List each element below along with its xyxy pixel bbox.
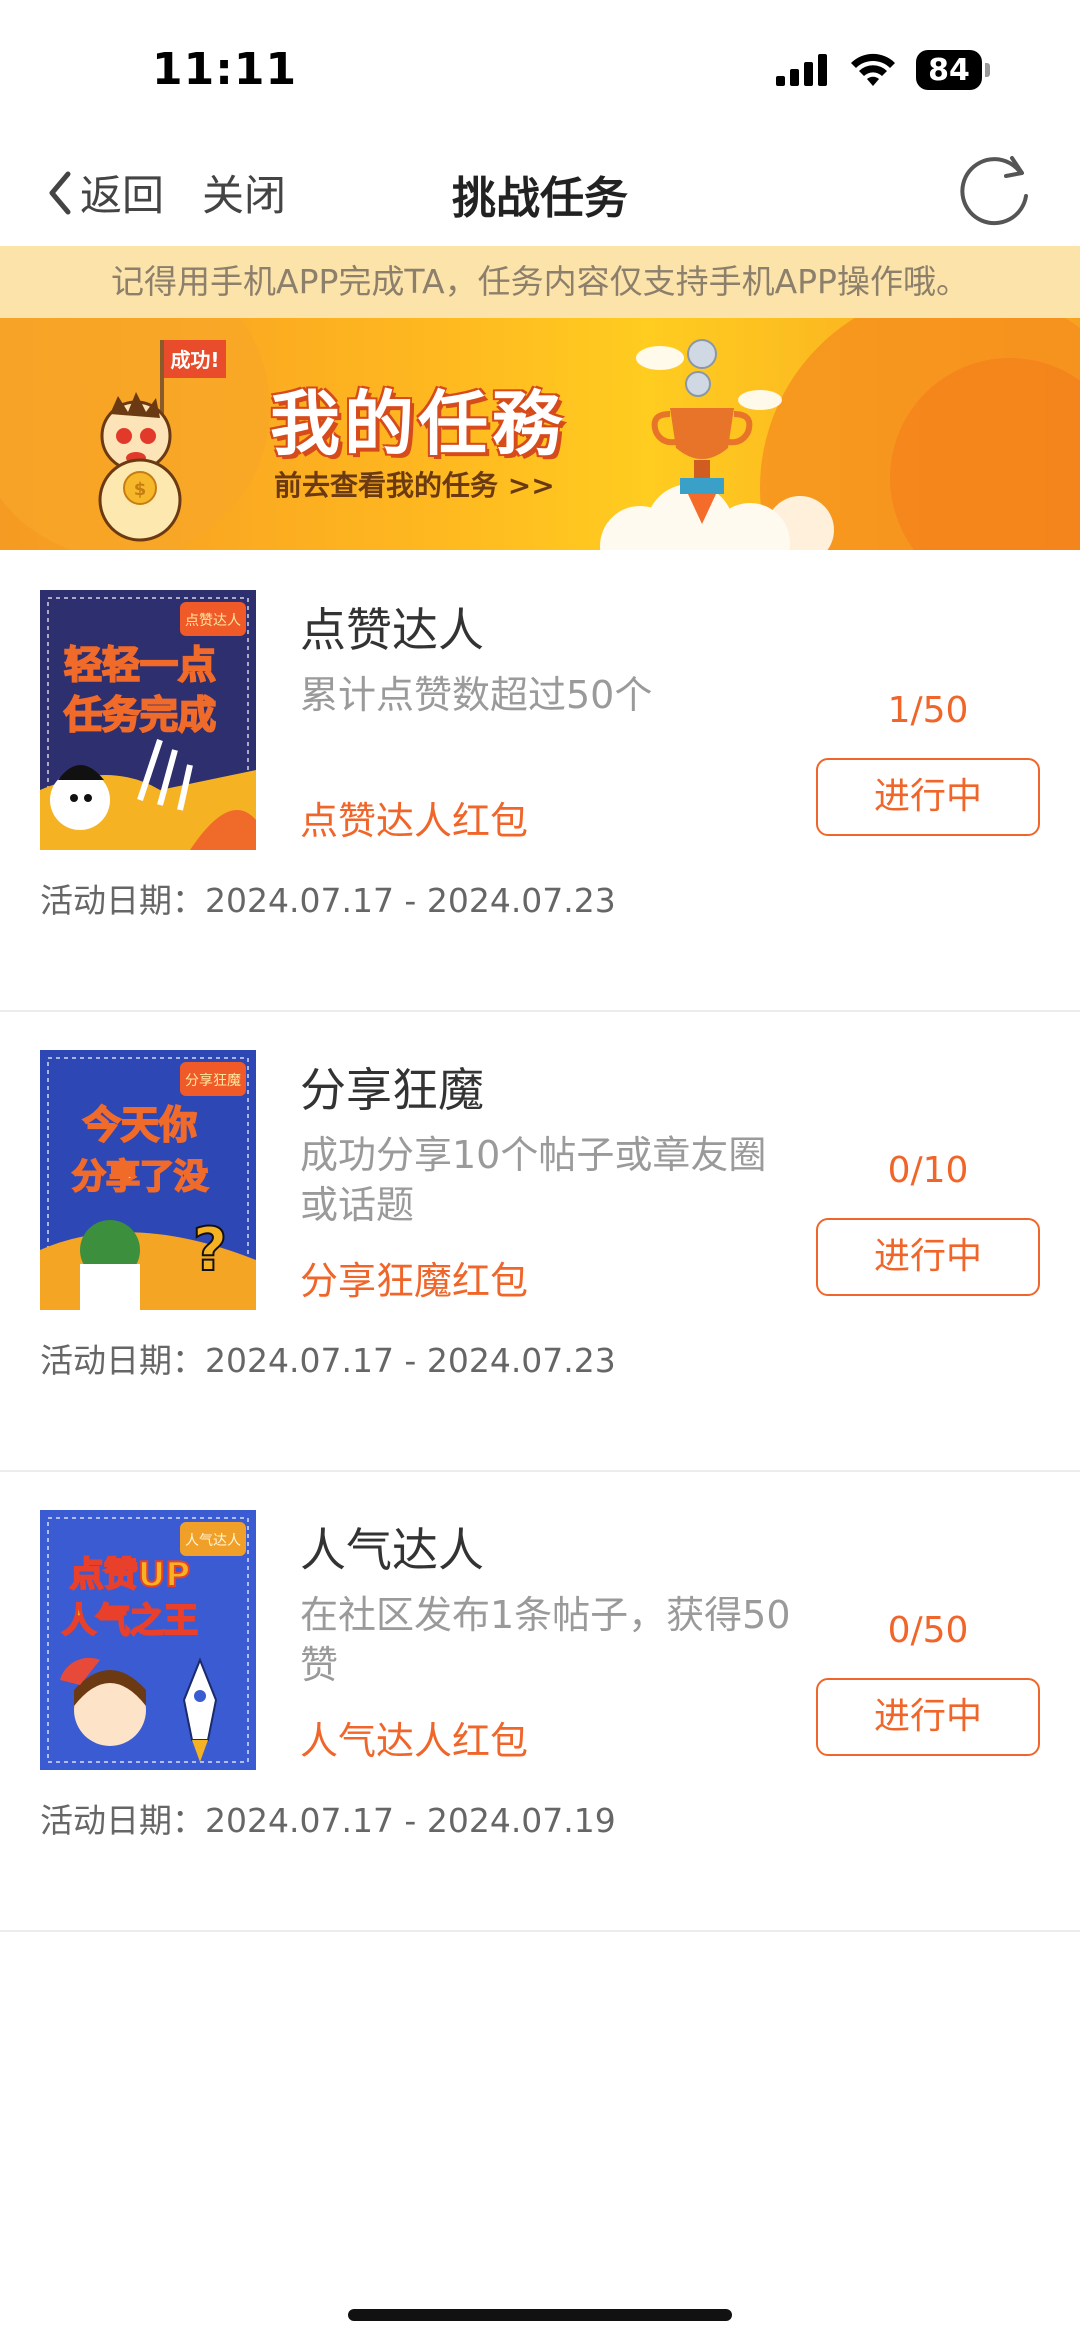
task-status-button[interactable]: 进行中: [816, 1218, 1040, 1296]
back-button[interactable]: 返回: [44, 162, 164, 223]
task-reward: 分享狂魔红包: [300, 1259, 529, 1303]
my-tasks-banner[interactable]: 成功! $ 我的任務 前去查看我的任务 >>: [0, 318, 1080, 550]
refresh-icon[interactable]: [954, 150, 1034, 230]
date-prefix: 活动日期：: [40, 1341, 205, 1380]
back-label: 返回: [80, 171, 165, 220]
task-description: 累计点赞数超过50个: [300, 673, 653, 717]
task-progress: 1/50: [887, 690, 969, 731]
date-prefix: 活动日期：: [40, 881, 205, 920]
task-progress: 0/10: [887, 1150, 969, 1191]
task-item: 人气达人 点赞UP 人气之王 人气达人 在社区发布1条帖子，获得50赞 人气达人…: [0, 1470, 1080, 1932]
banner-title: 我的任務: [270, 383, 566, 465]
date-range: 2024.07.17 - 2024.07.23: [205, 881, 616, 920]
thumbnail-badge: 点赞达人: [185, 613, 241, 629]
task-thumbnail[interactable]: 人气达人 点赞UP 人气之王: [40, 1510, 256, 1770]
task-thumbnail[interactable]: ? 分享狂魔 今天你 分享了没: [40, 1050, 256, 1310]
battery-level: 84: [928, 52, 970, 88]
task-thumbnail-art: 点赞达人 轻轻一点 任务完成: [40, 590, 256, 850]
signal-icon: [776, 54, 827, 86]
task-thumbnail-art: 人气达人 点赞UP 人气之王: [40, 1510, 256, 1770]
task-date: 活动日期：2024.07.17 - 2024.07.23: [40, 874, 616, 922]
status-bar: 11:11 84: [0, 0, 1080, 140]
task-description: 成功分享10个帖子或章友圈或话题: [300, 1133, 767, 1227]
task-item: ? 分享狂魔 今天你 分享了没 分享狂魔 成功分享10个帖子或章友圈或话题 分享…: [0, 1010, 1080, 1472]
wifi-icon: [851, 53, 895, 86]
task-reward: 点赞达人红包: [300, 799, 529, 843]
thumbnail-text-line1: 轻轻一点: [64, 643, 216, 687]
task-progress: 0/50: [887, 1610, 969, 1651]
date-prefix: 活动日期：: [40, 1801, 205, 1840]
task-name: 点赞达人: [300, 603, 484, 657]
home-indicator[interactable]: [348, 2309, 732, 2321]
task-status-button[interactable]: 进行中: [816, 758, 1040, 836]
thumbnail-text-line2: 人气之王: [62, 1601, 198, 1641]
status-icons: 84: [776, 50, 990, 90]
task-item: 点赞达人 轻轻一点 任务完成 点赞达人 累计点赞数超过50个 点赞达人红包 1/…: [0, 550, 1080, 1012]
status-time: 11:11: [152, 44, 298, 95]
thumbnail-badge: 人气达人: [185, 1533, 241, 1549]
thumbnail-text-line1: 点赞UP: [70, 1555, 191, 1595]
task-thumbnail-art: ? 分享狂魔 今天你 分享了没: [40, 1050, 256, 1310]
task-description: 在社区发布1条帖子，获得50赞: [300, 1593, 791, 1687]
task-date: 活动日期：2024.07.17 - 2024.07.19: [40, 1794, 616, 1842]
svg-text:?: ?: [193, 1215, 228, 1285]
thumbnail-text-line2: 任务完成: [64, 693, 216, 737]
task-name: 人气达人: [300, 1523, 484, 1577]
svg-text:$: $: [134, 479, 147, 500]
close-button[interactable]: 关闭: [202, 162, 286, 223]
battery-icon: 84: [916, 50, 990, 90]
task-reward: 人气达人红包: [300, 1719, 529, 1763]
banner-link[interactable]: 前去查看我的任务 >>: [274, 464, 555, 504]
thumbnail-text-line2: 分享了没: [72, 1157, 208, 1197]
trophy-icon: [651, 339, 753, 524]
task-name: 分享狂魔: [300, 1063, 484, 1117]
thumbnail-text-line1: 今天你: [83, 1103, 197, 1147]
task-thumbnail[interactable]: 点赞达人 轻轻一点 任务完成: [40, 590, 256, 850]
date-range: 2024.07.17 - 2024.07.19: [205, 1801, 616, 1840]
date-range: 2024.07.17 - 2024.07.23: [205, 1341, 616, 1380]
thumbnail-badge: 分享狂魔: [185, 1072, 241, 1089]
chevron-left-icon: [49, 171, 71, 214]
nav-bar: 返回 关闭 挑战任务: [0, 140, 1080, 246]
task-status-button[interactable]: 进行中: [816, 1678, 1040, 1756]
task-date: 活动日期：2024.07.17 - 2024.07.23: [40, 1334, 616, 1382]
banner-flag-text: 成功!: [170, 348, 219, 372]
notice-bar: 记得用手机APP完成TA，任务内容仅支持手机APP操作哦。: [0, 246, 1080, 318]
